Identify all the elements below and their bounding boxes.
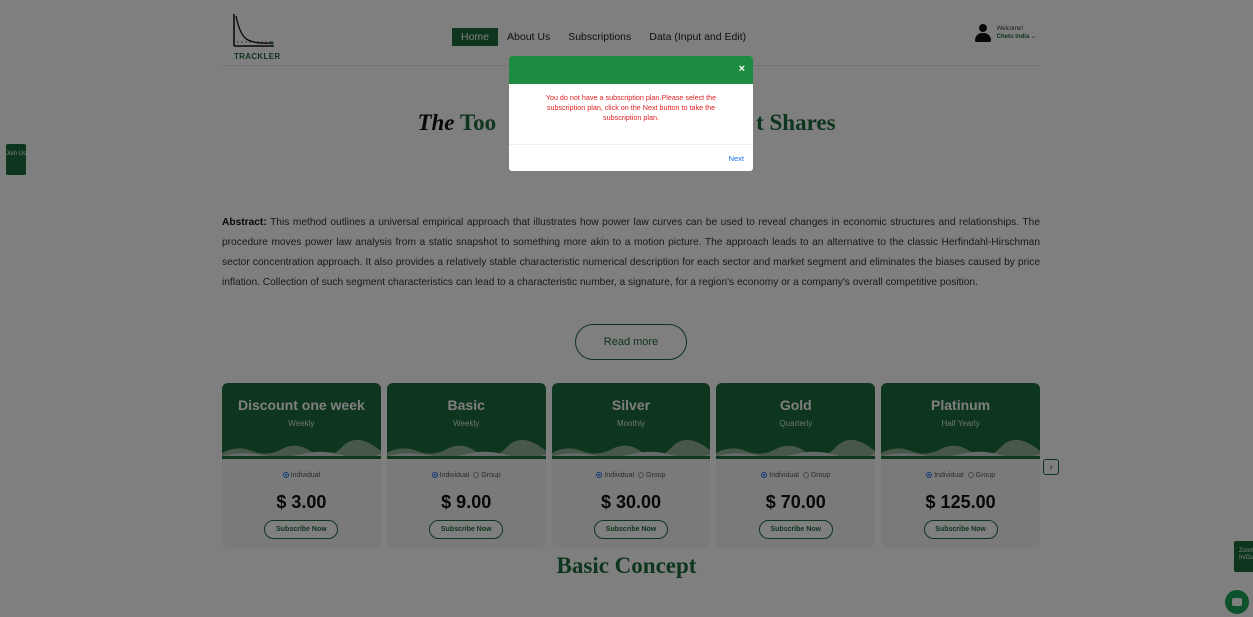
subscription-modal: × You do not have a subscription plan.Pl… (509, 56, 753, 171)
next-button[interactable]: Next (729, 154, 744, 163)
modal-footer: Next (509, 144, 753, 171)
page: TRACKLER Home About Us Subscriptions Dat… (0, 0, 1253, 617)
close-icon[interactable]: × (739, 64, 745, 75)
modal-header: × (509, 56, 753, 84)
modal-message: You do not have a subscription plan.Plea… (545, 93, 717, 122)
